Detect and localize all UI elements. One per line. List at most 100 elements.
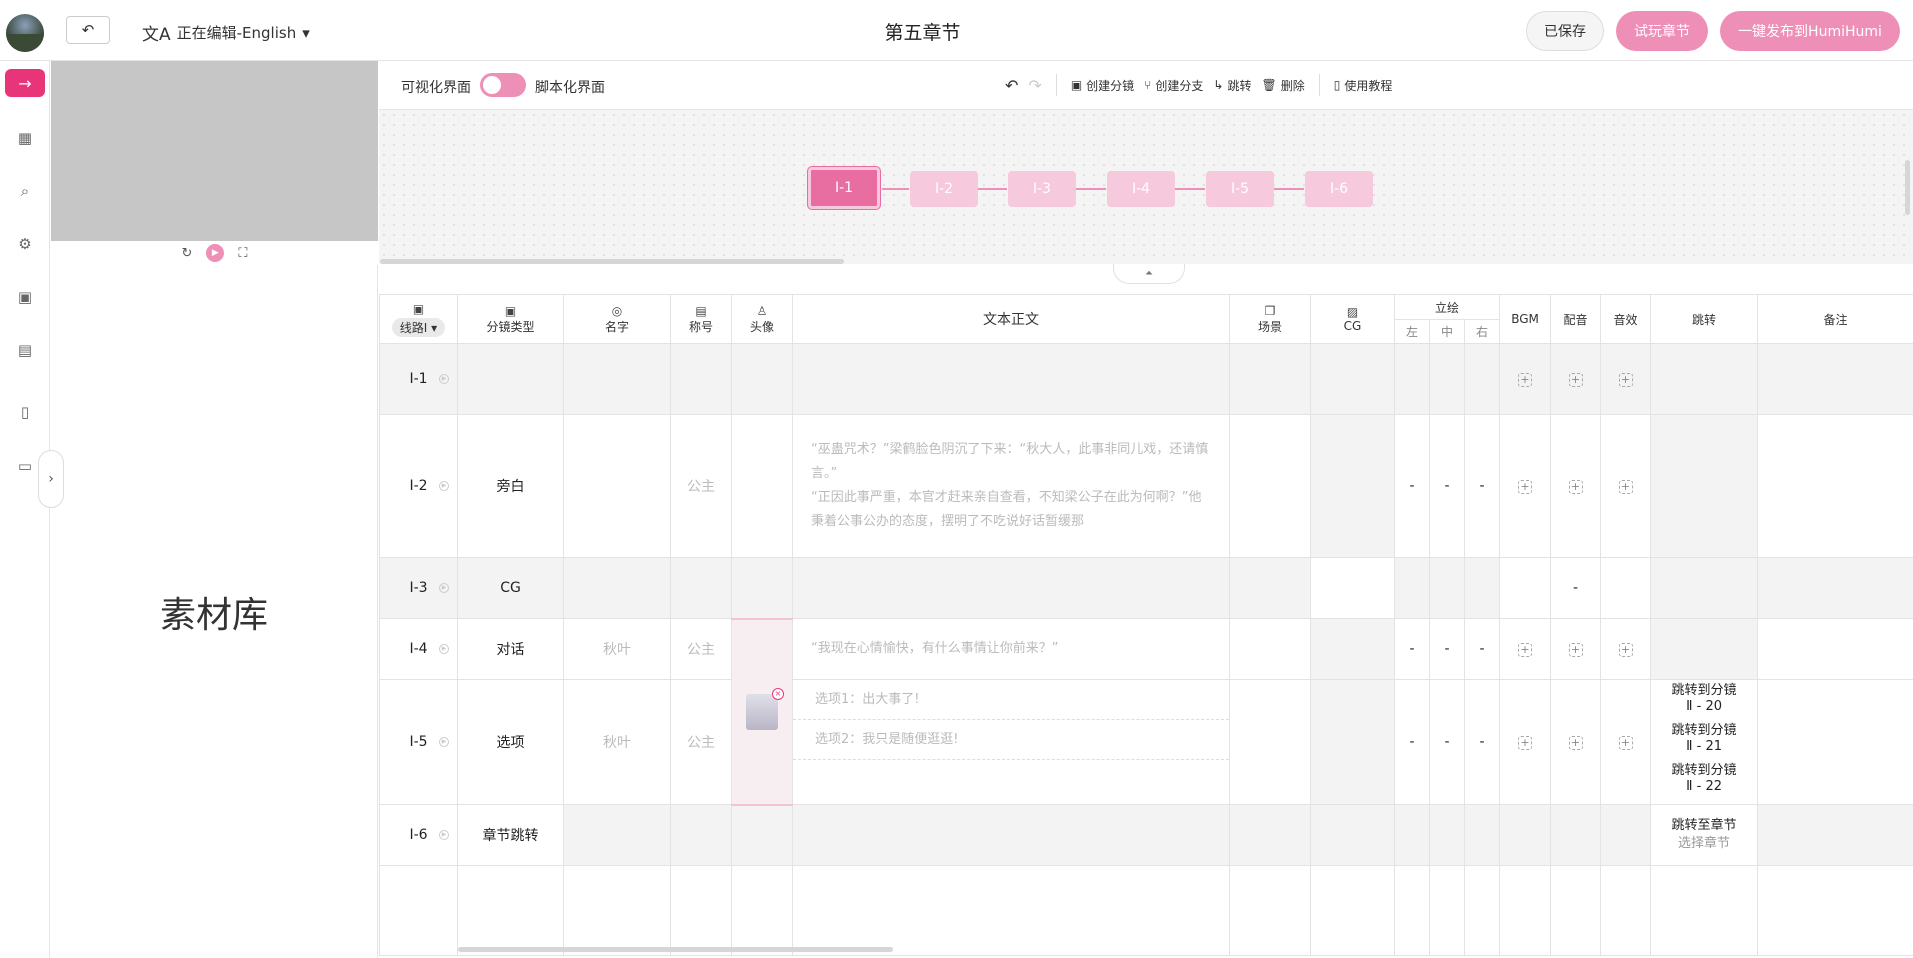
name-cell[interactable] [563,557,671,619]
note-cell[interactable] [1757,804,1913,866]
table-row[interactable]: I-6 ▶ 章节跳转 跳转至章节 选择章节 [379,804,1913,866]
add-icon[interactable]: + [1568,643,1583,657]
jump-target[interactable]: 跳转到分镜 Ⅱ - 22 [1652,760,1757,800]
voice-cell[interactable]: + [1550,414,1602,558]
jump-cell[interactable]: 跳转至章节 选择章节 [1650,804,1759,866]
play-icon[interactable]: ▶ [439,583,449,593]
name-cell[interactable] [563,414,671,558]
add-icon[interactable]: + [1518,480,1533,494]
sfx-cell[interactable] [1600,557,1652,619]
graph-node[interactable]: I-4 [1107,171,1175,207]
add-icon[interactable]: + [1618,373,1633,387]
standing-mid-cell[interactable]: - [1429,679,1465,805]
jump-cell[interactable] [1650,343,1759,415]
shot-type-cell[interactable]: 章节跳转 [457,804,564,866]
name-cell[interactable]: 秋叶 [563,679,671,805]
create-shot-button[interactable]: ▣ 创建分镜 [1071,77,1134,94]
note-cell[interactable] [1757,557,1913,619]
jump-target[interactable]: 跳转到分镜 Ⅱ - 20 [1652,681,1757,721]
table-row[interactable]: I-3 ▶ CG - [379,557,1913,619]
play-icon[interactable]: ▶ [439,481,449,491]
note-cell[interactable] [1757,414,1913,558]
option-1[interactable]: 选项1：出大事了! [793,681,1229,720]
route-header[interactable]: ▣ 线路Ⅰ ▾ [379,294,458,344]
chapter-select[interactable]: 选择章节 [1652,835,1757,853]
graph-node[interactable]: I-6 [1305,171,1373,207]
sfx-cell[interactable]: + [1600,343,1652,415]
text-cell[interactable] [792,343,1230,415]
play-icon[interactable]: ▶ [439,374,449,384]
undo-button[interactable]: ↶ [1005,76,1018,95]
canvas-horizontal-scrollbar[interactable] [380,259,844,264]
nav-item-editor[interactable]: → [5,69,45,97]
text-cell[interactable] [792,557,1230,619]
shot-type-cell[interactable]: CG [457,557,564,619]
play-icon[interactable]: ▶ [439,737,449,747]
note-cell[interactable] [1757,343,1913,415]
sfx-cell[interactable]: + [1600,618,1652,680]
avatar-cell[interactable] [731,414,793,558]
add-icon[interactable]: + [1518,736,1533,750]
text-cell[interactable]: 选项1：出大事了! 选项2：我只是随便逛逛! [792,679,1230,805]
jump-target-value[interactable]: Ⅱ - 22 [1652,779,1757,795]
title-cell[interactable]: 公主 [670,414,732,558]
cg-cell[interactable] [1310,343,1395,415]
play-icon[interactable]: ▶ [439,830,449,840]
mode-toggle[interactable] [480,73,526,97]
scene-cell[interactable] [1229,343,1311,415]
note-cell[interactable] [1757,679,1913,805]
text-cell[interactable]: “巫蛊咒术？”梁鹤脸色阴沉了下来：“秋大人，此事非同儿戏，还请慎言。” “正因此事… [792,414,1230,558]
standing-right-cell[interactable] [1463,804,1501,866]
search-icon[interactable]: ⌕ [14,180,36,202]
graph-node[interactable]: I-5 [1206,171,1274,207]
standing-right-cell[interactable] [1463,343,1501,415]
avatar-cell[interactable] [731,804,793,866]
row-id-cell[interactable]: I-5 ▶ [379,679,458,805]
title-cell[interactable] [670,343,732,415]
graph-node[interactable]: I-2 [910,171,978,207]
title-cell[interactable]: 公主 [670,618,732,680]
standing-left-cell[interactable] [1394,557,1430,619]
standing-right-cell[interactable]: - [1463,618,1501,680]
standing-mid-cell[interactable] [1429,557,1465,619]
standing-left-cell[interactable]: - [1394,414,1430,558]
chat-icon[interactable]: ▭ [14,455,36,477]
option-2[interactable]: 选项2：我只是随便逛逛! [793,720,1229,760]
redo-button[interactable]: ↷ [1028,76,1041,95]
cg-cell[interactable] [1310,414,1395,558]
text-cell[interactable]: “我现在心情愉快，有什么事情让你前来？” [792,618,1230,680]
sfx-cell[interactable]: + [1600,414,1652,558]
jump-cell[interactable] [1650,618,1759,680]
jump-target[interactable]: 跳转到分镜 Ⅱ - 21 [1652,720,1757,760]
row-id-cell[interactable]: I-2 ▶ [379,414,458,558]
add-icon[interactable]: + [1618,736,1633,750]
avatar-thumbnail[interactable]: × [746,687,784,730]
voice-cell[interactable]: + [1550,618,1602,680]
jump-target-value[interactable]: Ⅱ - 20 [1652,699,1757,715]
standing-mid-cell[interactable]: - [1429,414,1465,558]
bgm-cell[interactable]: + [1499,618,1552,680]
add-icon[interactable]: + [1568,480,1583,494]
bgm-cell[interactable]: + [1499,414,1552,558]
standing-left-cell[interactable] [1394,343,1430,415]
jump-cell[interactable] [1650,557,1759,619]
cg-cell[interactable] [1310,679,1395,805]
jump-target-value[interactable]: Ⅱ - 21 [1652,739,1757,755]
standing-left-cell[interactable]: - [1394,679,1430,805]
avatar-cell[interactable]: × [731,617,793,806]
table-horizontal-scrollbar[interactable] [458,947,893,952]
standing-right-cell[interactable]: - [1463,679,1501,805]
shot-type-cell[interactable]: 旁白 [457,414,564,558]
cg-cell[interactable] [1310,618,1395,680]
name-cell[interactable]: 秋叶 [563,618,671,680]
canvas-vertical-scrollbar[interactable] [1905,160,1910,215]
add-icon[interactable]: + [1518,373,1533,387]
saved-button[interactable]: 已保存 [1526,11,1604,51]
standing-left-cell[interactable] [1394,804,1430,866]
jump-button[interactable]: ↳ 跳转 [1213,77,1251,94]
scene-cell[interactable] [1229,804,1311,866]
standing-right-cell[interactable]: - [1463,414,1501,558]
archive-icon[interactable]: ▤ [14,339,36,361]
voice-cell[interactable] [1550,804,1602,866]
avatar-cell[interactable] [731,557,793,619]
